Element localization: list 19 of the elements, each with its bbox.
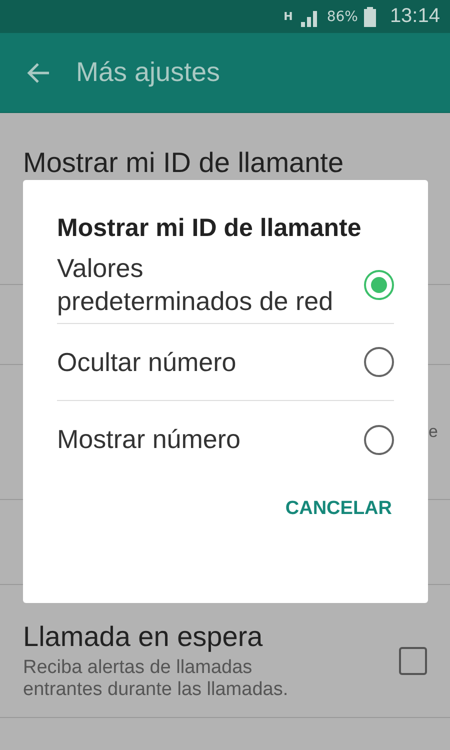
battery-icon	[364, 6, 376, 26]
clock: 13:14	[390, 5, 440, 28]
battery-percent: 86%	[326, 8, 358, 24]
checkbox[interactable]	[399, 647, 427, 675]
setting-subtitle: e	[428, 422, 438, 442]
option-label[interactable]: Valores predeterminados de red	[57, 252, 342, 318]
option-label[interactable]: Mostrar número	[57, 423, 342, 456]
screen-title: Más ajustes	[76, 57, 220, 88]
back-arrow-icon[interactable]	[26, 62, 50, 84]
setting-title: Llamada en espera	[23, 621, 264, 653]
cancel-button[interactable]: CANCELAR	[283, 490, 394, 528]
option-label[interactable]: Ocultar número	[57, 346, 342, 378]
network-type: H	[284, 11, 293, 22]
setting-description: Reciba alertas de llamadas entrantes durante las llamadas.	[23, 657, 290, 701]
setting-title: Mostrar mi ID de llamante	[23, 147, 344, 179]
radio-button[interactable]	[364, 347, 394, 377]
radio-button[interactable]	[364, 424, 394, 454]
dialog-title: Mostrar mi ID de llamante	[57, 214, 362, 243]
radio-button[interactable]	[364, 270, 394, 300]
